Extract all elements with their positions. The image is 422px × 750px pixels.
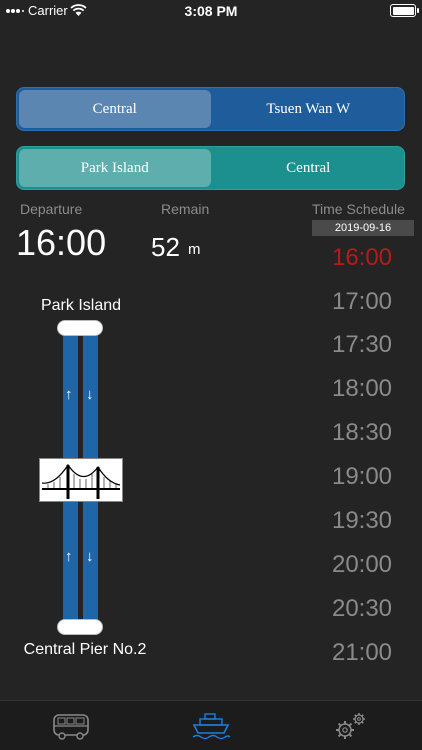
schedule-time-current[interactable]: 16:00	[312, 244, 412, 272]
schedule-time[interactable]: 17:30	[312, 331, 412, 359]
ferry-icon	[192, 713, 231, 740]
tab-bus[interactable]	[51, 710, 91, 742]
schedule-time[interactable]: 19:30	[312, 507, 412, 535]
bottom-station-marker	[57, 619, 103, 635]
arrow-down-icon: ↓	[86, 386, 94, 403]
departure-label: Departure	[20, 201, 83, 217]
top-station-label: Park Island	[40, 297, 122, 314]
top-station-marker	[57, 320, 103, 336]
tab-settings[interactable]	[331, 710, 371, 742]
direction-option-park-island[interactable]: Park Island	[19, 149, 211, 187]
gear-icon	[336, 713, 365, 739]
arrow-up-icon: ↑	[65, 386, 73, 403]
schedule-time[interactable]: 19:00	[312, 463, 412, 491]
route-option-central[interactable]: Central	[19, 90, 211, 128]
remain-unit: m	[188, 241, 201, 258]
bottom-station-label: Central Pier No.2	[23, 641, 147, 658]
remain-value: 52	[151, 232, 180, 262]
schedule-time[interactable]: 21:00	[312, 639, 412, 667]
arrow-up-icon: ↑	[65, 548, 73, 565]
schedule-time[interactable]: 20:00	[312, 551, 412, 579]
schedule-time[interactable]: 17:00	[312, 288, 412, 316]
tab-ferry[interactable]	[191, 710, 231, 742]
bridge-icon	[39, 458, 123, 502]
schedule-label: Time Schedule	[312, 201, 405, 217]
arrow-down-icon: ↓	[86, 548, 94, 565]
status-bar: Carrier 3:08 PM	[0, 0, 422, 22]
route-selector[interactable]: Central Tsuen Wan W	[16, 87, 405, 131]
status-time: 3:08 PM	[184, 3, 238, 19]
schedule-time[interactable]: 20:30	[312, 595, 412, 623]
schedule-time[interactable]: 18:00	[312, 375, 412, 403]
bus-icon	[53, 714, 89, 740]
remain-label: Remain	[161, 201, 210, 217]
tab-bar	[0, 700, 422, 750]
schedule-time[interactable]: 18:30	[312, 419, 412, 447]
departure-time: 16:00	[16, 222, 107, 263]
direction-option-central[interactable]: Central	[213, 147, 405, 189]
schedule-date: 2019-09-16	[312, 220, 414, 236]
direction-selector[interactable]: Park Island Central	[16, 146, 405, 190]
route-option-tsuen-wan-west[interactable]: Tsuen Wan W	[213, 88, 405, 130]
battery-icon	[390, 4, 419, 17]
